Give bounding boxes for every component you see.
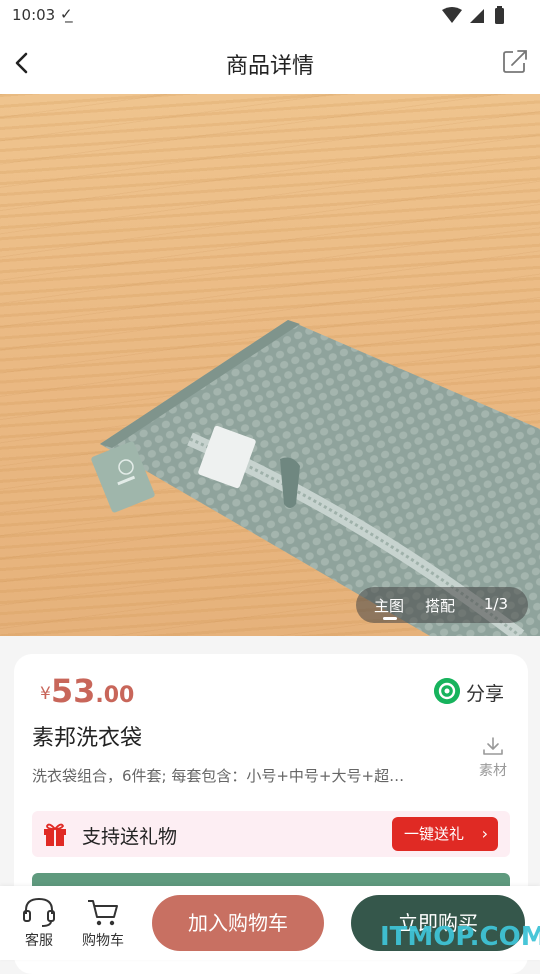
- gift-icon: [44, 823, 66, 846]
- gift-label: 支持送礼物: [82, 826, 178, 848]
- product-description: 洗衣袋组合，6件套; 每套包含：小号+中号+大号+超…: [32, 767, 405, 785]
- currency-symbol: ¥: [40, 684, 51, 704]
- price-decimal: .00: [95, 683, 135, 708]
- download-icon: [483, 737, 503, 755]
- cart-button[interactable]: 购物车: [76, 896, 130, 952]
- send-gift-button[interactable]: 一键送礼 ›: [392, 817, 498, 851]
- chevron-right-icon: ›: [481, 824, 488, 843]
- product-photo: [91, 320, 540, 636]
- send-gift-label: 一键送礼: [404, 825, 465, 843]
- add-to-cart-button[interactable]: 加入购物车: [152, 895, 324, 951]
- cart-label: 购物车: [82, 933, 124, 949]
- cart-icon: [88, 900, 118, 926]
- active-tab-indicator: [383, 617, 397, 620]
- customer-service-button[interactable]: 客服: [18, 896, 60, 952]
- share-button[interactable]: 分享: [434, 678, 510, 706]
- headset-icon: [23, 897, 55, 927]
- material-button[interactable]: 素材: [476, 736, 510, 780]
- product-price: ¥53.00: [40, 672, 134, 710]
- status-bar: 10:03 ✓̲: [0, 0, 540, 34]
- share-label: 分享: [466, 683, 505, 705]
- gift-banner: 支持送礼物 一键送礼 ›: [32, 811, 510, 857]
- price-integer: 53: [50, 672, 96, 710]
- top-nav: 商品详情: [0, 34, 540, 94]
- watermark: ITMOP.COM: [380, 922, 540, 952]
- image-pager: 主图 搭配 1/3: [356, 587, 528, 623]
- wechat-share-icon: [434, 678, 460, 704]
- status-icons: [442, 6, 504, 24]
- product-image-carousel[interactable]: 主图 搭配 1/3: [0, 94, 540, 636]
- download-done-icon: ✓̲: [60, 5, 73, 23]
- page-title: 商品详情: [225, 54, 314, 79]
- tab-main-image[interactable]: 主图: [374, 595, 404, 616]
- tab-matching[interactable]: 搭配: [425, 595, 455, 616]
- service-label: 客服: [25, 933, 53, 949]
- image-counter: 1/3: [483, 595, 508, 613]
- status-time: 10:03: [12, 6, 56, 24]
- share-out-icon[interactable]: [500, 46, 530, 78]
- product-name: 素邦洗衣袋: [32, 726, 143, 751]
- material-label: 素材: [479, 763, 507, 779]
